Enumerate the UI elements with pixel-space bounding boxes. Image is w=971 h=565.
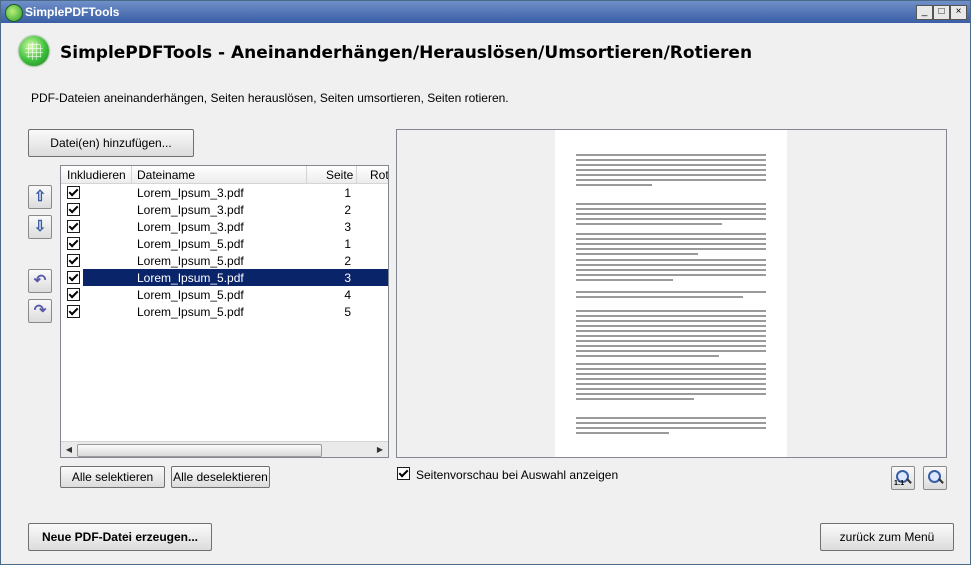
column-header-rotation[interactable]: Rota [370,168,388,182]
app-window: SimplePDFTools _ □ × SimplePDFTools - An… [0,0,971,565]
page-number-cell: 3 [344,220,351,234]
app-logo-icon [19,36,49,66]
table-row[interactable]: Lorem_Ipsum_5.pdf 3 [61,269,388,286]
rotate-left-button[interactable]: ↶ [28,269,52,293]
file-name-cell: Lorem_Ipsum_3.pdf [137,220,244,234]
column-header-page[interactable]: Seite [326,168,353,182]
show-preview-checkbox[interactable] [397,467,410,480]
table-row[interactable]: Lorem_Ipsum_5.pdf 2 [61,252,388,269]
select-all-button[interactable]: Alle selektieren [60,466,165,488]
file-name-cell: Lorem_Ipsum_5.pdf [137,288,244,302]
app-logo-icon [5,4,23,22]
include-checkbox[interactable] [67,220,80,233]
file-name-cell: Lorem_Ipsum_3.pdf [137,203,244,217]
include-checkbox[interactable] [67,305,80,318]
page-number-cell: 2 [344,254,351,268]
scroll-left-icon[interactable]: ◀ [62,443,76,456]
table-row[interactable]: Lorem_Ipsum_5.pdf 5 [61,303,388,320]
back-to-menu-button[interactable]: zurück zum Menü [820,523,954,551]
page-number-cell: 1 [344,237,351,251]
include-checkbox[interactable] [67,254,80,267]
preview-text-block [576,233,766,258]
preview-text-block [576,203,766,228]
page-description: PDF-Dateien aneinanderhängen, Seiten her… [31,91,509,105]
column-header-filename[interactable]: Dateiname [137,168,195,182]
page-number-cell: 5 [344,305,351,319]
preview-text-block [576,363,766,403]
rotate-right-button[interactable]: ↷ [28,299,52,323]
list-header: Inkludieren Dateiname Seite Rota [61,166,388,184]
table-row[interactable]: Lorem_Ipsum_5.pdf 4 [61,286,388,303]
table-row[interactable]: Lorem_Ipsum_3.pdf 1 [61,184,388,201]
arrow-down-icon: ⇩ [33,218,47,235]
create-pdf-button[interactable]: Neue PDF-Datei erzeugen... [28,523,212,551]
file-name-cell: Lorem_Ipsum_5.pdf [137,305,244,319]
preview-text-block [576,417,766,437]
include-checkbox[interactable] [67,288,80,301]
rotate-right-icon: ↷ [33,302,47,319]
preview-text-block [576,259,766,284]
include-checkbox[interactable] [67,237,80,250]
zoom-in-button[interactable] [923,466,947,490]
preview-text-block [576,310,766,360]
include-checkbox[interactable] [67,186,80,199]
page-title: SimplePDFTools - Aneinanderhängen/Heraus… [60,43,753,63]
arrow-up-icon: ⇧ [33,188,47,205]
table-row[interactable]: Lorem_Ipsum_3.pdf 2 [61,201,388,218]
preview-text-block [576,154,766,189]
scrollbar-thumb[interactable] [77,444,322,457]
title-bar[interactable]: SimplePDFTools _ □ × [1,1,970,23]
rotate-left-icon: ↶ [33,272,47,289]
window-title: SimplePDFTools [25,5,120,19]
table-row[interactable]: Lorem_Ipsum_3.pdf 3 [61,218,388,235]
scroll-right-icon[interactable]: ▶ [373,443,387,456]
add-files-button[interactable]: Datei(en) hinzufügen... [28,129,194,157]
maximize-button[interactable]: □ [933,5,950,20]
close-button[interactable]: × [950,5,967,20]
show-preview-label[interactable]: Seitenvorschau bei Auswahl anzeigen [416,468,618,482]
preview-text-block [576,291,766,301]
zoom-actual-size-button[interactable]: 1:1 [891,466,915,490]
page-list[interactable]: Inkludieren Dateiname Seite Rota Lorem_I… [60,165,389,458]
file-name-cell: Lorem_Ipsum_5.pdf [137,271,244,285]
deselect-all-button[interactable]: Alle deselektieren [171,466,270,488]
file-name-cell: Lorem_Ipsum_3.pdf [137,186,244,200]
horizontal-scrollbar[interactable]: ◀ ▶ [61,441,388,457]
table-row[interactable]: Lorem_Ipsum_5.pdf 1 [61,235,388,252]
page-number-cell: 4 [344,288,351,302]
preview-page [555,130,787,457]
page-number-cell: 2 [344,203,351,217]
include-checkbox[interactable] [67,271,80,284]
file-name-cell: Lorem_Ipsum_5.pdf [137,254,244,268]
page-number-cell: 3 [344,271,351,285]
column-header-include[interactable]: Inkludieren [67,168,126,182]
minimize-button[interactable]: _ [916,5,933,20]
file-name-cell: Lorem_Ipsum_5.pdf [137,237,244,251]
move-up-button[interactable]: ⇧ [28,185,52,209]
zoom-actual-label: 1:1 [894,480,905,487]
page-preview [396,129,947,458]
page-number-cell: 1 [344,186,351,200]
move-down-button[interactable]: ⇩ [28,215,52,239]
include-checkbox[interactable] [67,203,80,216]
